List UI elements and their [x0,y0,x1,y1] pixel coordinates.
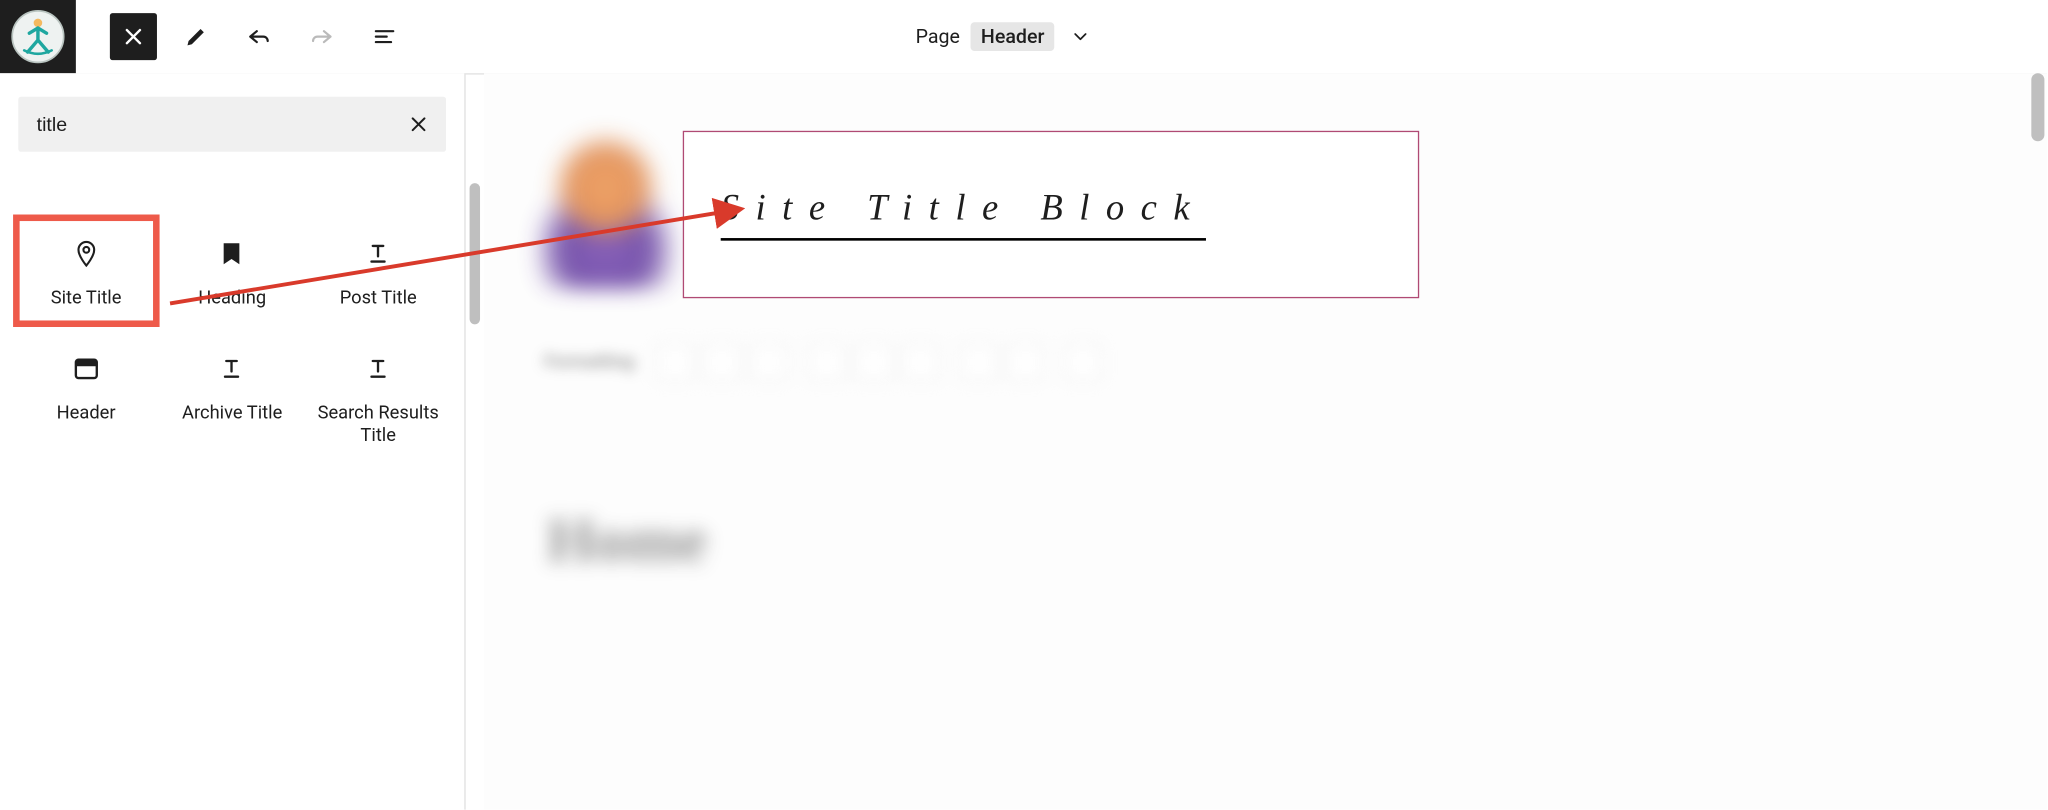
chevron-down-icon [1071,26,1092,47]
editor-canvas[interactable]: Site Title Block Formatting Home [484,73,2047,809]
site-logo-button[interactable] [0,0,76,73]
breadcrumb-root: Page [916,25,960,49]
edit-tool-button[interactable] [173,13,220,60]
sidebar-scrollbar[interactable] [470,183,480,324]
block-search-results-title[interactable]: Search Results Title [308,332,449,461]
block-search [18,97,446,152]
block-search-input[interactable] [34,112,407,137]
template-breadcrumb[interactable]: Page Header [916,0,1092,73]
block-label: Header [57,402,116,425]
title-icon [363,238,394,269]
clear-search-button[interactable] [407,112,431,136]
site-title-block[interactable]: Site Title Block [683,131,1419,298]
block-heading[interactable]: Heading [162,217,303,324]
block-label: Archive Title [182,402,282,425]
pin-icon [70,238,101,269]
block-label: Post Title [340,288,417,311]
bookmark-icon [216,238,247,269]
block-label: Site Title [51,288,122,311]
block-label: Heading [198,288,266,311]
title-icon [216,353,247,384]
redo-button [298,13,345,60]
header-layout-icon [70,353,101,384]
redo-icon [309,24,335,50]
site-logo-placeholder [536,132,675,289]
block-toolbar-blurred: Formatting [544,330,1303,395]
block-inserter-panel: Site Title Heading Post Title Header Arc… [0,73,466,809]
list-view-button[interactable] [361,13,408,60]
editor-topbar: Page Header [0,0,2047,75]
title-icon [363,353,394,384]
breadcrumb-current: Header [970,22,1054,51]
page-heading-blurred: Home [547,505,707,577]
close-icon [407,112,431,136]
block-results-grid: Site Title Heading Post Title Header Arc… [16,217,449,461]
block-post-title[interactable]: Post Title [308,217,449,324]
block-header[interactable]: Header [16,332,157,461]
close-icon [120,24,146,50]
pencil-icon [183,24,209,50]
list-view-icon [371,24,397,50]
yoga-logo-icon [10,9,65,64]
block-archive-title[interactable]: Archive Title [162,332,303,461]
site-title-text[interactable]: Site Title Block [721,188,1206,240]
undo-icon [246,24,272,50]
toolbar-label: Formatting [544,352,634,373]
editor-scrollbar[interactable] [2031,73,2044,141]
block-label: Search Results Title [313,402,443,448]
block-site-title[interactable]: Site Title [16,217,157,324]
close-inserter-button[interactable] [110,13,157,60]
undo-button[interactable] [235,13,282,60]
